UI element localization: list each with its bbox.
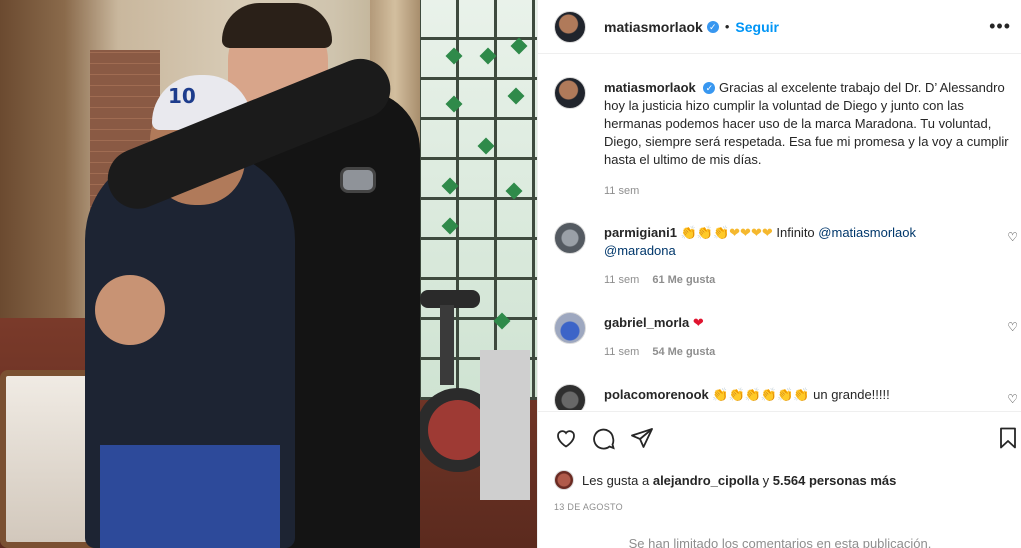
likes-summary: Les gusta a alejandro_cipolla y 5.564 pe… [554,470,896,490]
comment-username[interactable]: gabriel_morla [604,315,689,330]
more-options-icon[interactable]: ••• [989,16,1011,37]
comment-text: polacomorenook 👏👏👏👏👏👏 un grande!!!!! [604,386,1014,404]
liker-username[interactable]: alejandro_cipolla [653,473,759,488]
comment-meta: 11 sem 54 Me gusta [604,346,715,358]
post-modal: 10 matiasmorlaok ✓ • Seguir ••• matiasmo… [0,0,1021,548]
follow-button[interactable]: Seguir [735,19,779,35]
comment-text: parmigiani1 👏👏👏❤❤❤❤ Infinito @matiasmorl… [604,224,1014,260]
verified-badge-icon: ✓ [703,82,716,94]
caption-time[interactable]: 11 sem [604,185,639,197]
comment-likes[interactable]: 61 Me gusta [652,274,715,286]
comment-username[interactable]: polacomorenook [604,387,709,402]
caption-username[interactable]: matiasmorlaok [604,80,696,95]
verified-badge-icon: ✓ [706,20,719,33]
comment-bubble-icon[interactable] [592,426,616,450]
photo-exercise-bike [416,290,530,500]
mention-link[interactable]: @matiasmorlaok [818,225,916,240]
comment-text: gabriel_morla ❤ [604,314,1014,332]
mention-link[interactable]: @maradona [604,243,676,258]
commenter-avatar[interactable] [554,384,586,410]
post-date[interactable]: 13 DE AGOSTO [554,502,623,512]
comments-list[interactable]: matiasmorlaok ✓ Gracias al excelente tra… [538,55,1021,410]
comment-like-heart-icon[interactable]: ♡ [1007,320,1018,334]
likes-prefix: Les gusta a [582,472,650,488]
comment-time[interactable]: 11 sem [604,274,639,286]
author-avatar[interactable] [554,77,586,109]
photo-person-right-hair [222,3,332,48]
comment-username[interactable]: parmigiani1 [604,225,677,240]
photo-cap-number: 10 [168,84,196,108]
likes-middle: y [762,472,770,488]
caption-text: matiasmorlaok ✓ Gracias al excelente tra… [604,79,1014,169]
photo-watch [340,167,376,193]
liker-avatar[interactable] [554,470,574,490]
comment-body: Infinito [776,225,815,240]
comment-emojis: 👏👏👏👏👏👏 [712,387,810,402]
post-header: matiasmorlaok ✓ • Seguir ••• [538,0,1021,54]
comments-limited-notice: Se han limitado los comentarios en esta … [628,536,932,548]
post-actions: Les gusta a alejandro_cipolla y 5.564 pe… [538,411,1021,548]
comment-likes[interactable]: 54 Me gusta [652,346,715,358]
save-bookmark-icon[interactable] [996,426,1020,453]
post-photo[interactable]: 10 [0,0,537,548]
comment-like-heart-icon[interactable]: ♡ [1007,392,1018,406]
comment-emojis: 👏👏👏❤❤❤❤ [680,225,773,240]
photo-hands [95,275,165,345]
commenter-avatar[interactable] [554,312,586,344]
photo-person-left-pants [100,445,280,548]
likes-count[interactable]: 5.564 personas más [773,473,897,488]
comment-like-heart-icon[interactable]: ♡ [1007,230,1018,244]
action-icons [554,426,654,450]
post-side-panel: matiasmorlaok ✓ • Seguir ••• matiasmorla… [537,0,1021,548]
comment-body: un grande!!!!! [813,387,890,402]
comment-meta: 11 sem 61 Me gusta [604,274,715,286]
author-username[interactable]: matiasmorlaok [604,19,703,35]
commenter-avatar[interactable] [554,222,586,254]
header-separator: • [724,19,730,34]
author-avatar[interactable] [554,10,586,43]
like-heart-icon[interactable] [554,426,578,450]
comment-time[interactable]: 11 sem [604,346,639,358]
comment-emojis: ❤ [692,315,704,330]
share-paper-plane-icon[interactable] [630,426,654,450]
